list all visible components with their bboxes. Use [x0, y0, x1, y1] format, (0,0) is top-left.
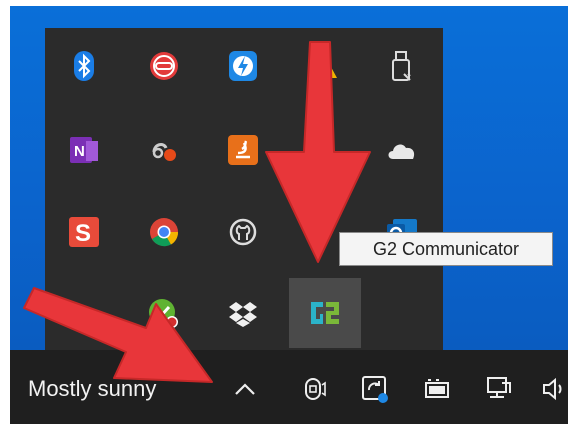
onedrive-cloud-icon[interactable]	[371, 122, 433, 178]
dots-app-icon[interactable]	[53, 286, 115, 342]
battery-icon[interactable]	[420, 372, 454, 406]
network-icon[interactable]	[482, 372, 516, 406]
warning-app-icon[interactable]	[293, 38, 355, 94]
weather-widget-label[interactable]: Mostly sunny	[28, 376, 156, 402]
svg-text:S: S	[75, 220, 91, 247]
green-check-app-icon[interactable]	[133, 286, 195, 342]
chevron-up-icon[interactable]	[228, 372, 262, 406]
bluetooth-icon[interactable]	[53, 38, 115, 94]
github-desktop-icon[interactable]	[212, 204, 274, 260]
lightning-app-icon[interactable]	[212, 38, 274, 94]
cloud-sync-notify-icon[interactable]	[133, 122, 195, 178]
usb-drive-icon[interactable]	[371, 38, 433, 94]
taskbar: Mostly sunny	[10, 350, 568, 424]
red-circle-app-icon[interactable]	[133, 38, 195, 94]
chrome-icon[interactable]	[133, 204, 195, 260]
sync-status-icon[interactable]	[358, 372, 392, 406]
volume-icon[interactable]	[540, 372, 568, 406]
g2-communicator-tooltip: G2 Communicator	[339, 232, 553, 266]
java-update-icon[interactable]	[212, 122, 274, 178]
meet-now-icon[interactable]	[298, 372, 332, 406]
snagit-icon[interactable]: S	[53, 204, 115, 260]
svg-text:N: N	[74, 143, 85, 160]
onenote-icon[interactable]: N	[53, 122, 115, 178]
g2-communicator-icon[interactable]	[289, 278, 361, 348]
hidden-icons-tray-popup: N S	[45, 28, 443, 352]
dropbox-icon[interactable]	[212, 286, 274, 342]
